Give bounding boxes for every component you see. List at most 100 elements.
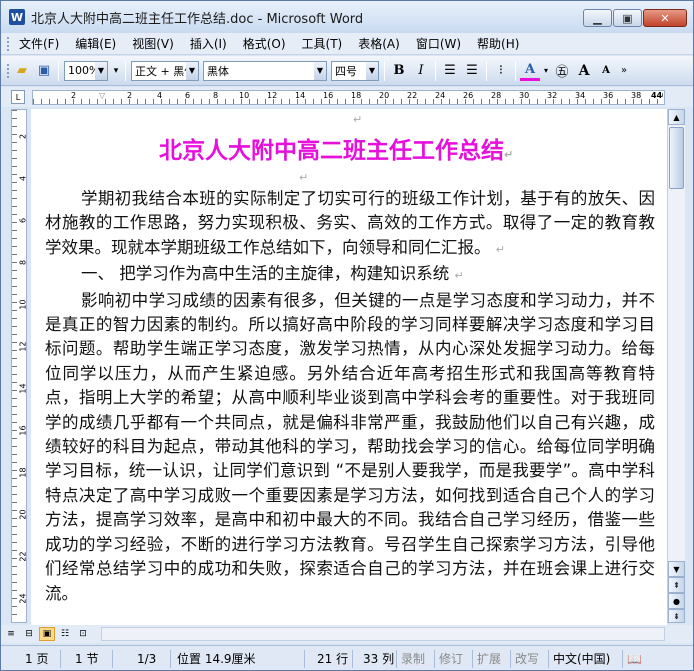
word-app-icon[interactable]: W	[9, 9, 25, 25]
menu-insert[interactable]: 插入(I)	[182, 34, 235, 54]
tab-selector-button[interactable]: L	[11, 90, 25, 104]
zoom-select[interactable]: 100% ▼	[64, 60, 108, 81]
paragraph: 学期初我结合本班的实际制定了切实可行的班级工作计划，基于有的放矢、因材施教的工作…	[45, 187, 655, 262]
status-track-changes[interactable]: 修订	[435, 649, 473, 668]
tab-stop-icon: L	[15, 92, 21, 102]
style-value: 正文 + 黑体	[135, 64, 189, 78]
font-color-dropdown[interactable]: ▾	[542, 61, 550, 81]
paragraph: 影响初中学习成绩的因素有很多，但关键的一点是学习态度和学习动力，并不是真正的智力…	[45, 289, 655, 606]
paragraph-text: 一、 把学习作为高中生活的主旋律，构建知识系统	[81, 264, 450, 284]
vertical-ruler[interactable]: 2 4 6 8 10 12 14 16 18 20 22 24	[11, 109, 27, 623]
font-select[interactable]: 黑体 ▼	[203, 60, 327, 81]
save-button[interactable]: ▣	[34, 61, 54, 81]
style-select[interactable]: 正文 + 黑体▼	[131, 60, 199, 81]
vruler-number: 22	[18, 551, 27, 562]
status-overtype[interactable]: 改写	[511, 649, 549, 668]
toolbar-grip[interactable]	[7, 63, 11, 78]
scroll-thumb[interactable]	[669, 127, 684, 189]
vruler-number: 20	[18, 509, 27, 520]
vertical-scrollbar[interactable]: ▲ ▼ ⇞ ● ⇟	[667, 109, 685, 623]
vruler-number: 8	[18, 259, 27, 266]
shrink-font-button[interactable]: A	[596, 61, 616, 81]
double-up-arrow-icon: ⇞	[673, 580, 680, 590]
toolbar: ▰ ▣ 100%▼ ▾ 正文 + 黑体▼ 黑体▼ 四号▼ B I ☰ ☰ ⁝ A…	[1, 56, 693, 86]
align-right-button[interactable]: ☰	[462, 61, 482, 81]
outline-view-button[interactable]: ☷	[57, 627, 73, 641]
italic-button[interactable]: I	[411, 61, 431, 81]
vruler-number: 18	[18, 467, 27, 478]
menu-edit[interactable]: 编辑(E)	[67, 34, 124, 54]
menu-help[interactable]: 帮助(H)	[469, 34, 527, 54]
phonetic-guide-button[interactable]: ㊄	[552, 61, 572, 81]
menu-table[interactable]: 表格(A)	[350, 34, 408, 54]
vruler-number: 14	[18, 383, 27, 394]
paragraph-mark-icon: ↵	[504, 148, 514, 161]
document-body[interactable]: 学期初我结合本班的实际制定了切实可行的班级工作计划，基于有的放矢、因材施教的工作…	[45, 187, 655, 606]
toolbar-separator	[435, 60, 436, 81]
title-bar[interactable]: W 北京人大附中高二班主任工作总结.doc - Microsoft Word ▁…	[1, 1, 693, 33]
menu-file[interactable]: 文件(F)	[11, 34, 67, 54]
vruler-number: 24	[18, 593, 27, 604]
next-page-button[interactable]: ⇟	[668, 609, 685, 623]
folder-icon: ▰	[17, 63, 27, 78]
minimize-button[interactable]: ▁	[583, 9, 612, 27]
paragraph-mark-icon: ↵	[353, 113, 363, 126]
select-browse-object-button[interactable]: ●	[668, 593, 685, 609]
grow-font-button[interactable]: A	[574, 61, 594, 81]
view-bar: ≡ ⊟ ▣ ☷ ⊡	[1, 625, 693, 643]
bullets-button[interactable]: ⁝	[491, 61, 511, 81]
paragraph-mark-icon: ↵	[454, 269, 464, 283]
chevron-down-icon: ▼	[314, 61, 326, 80]
ruler-ticks	[33, 99, 664, 104]
menu-window[interactable]: 窗口(W)	[408, 34, 469, 54]
bold-button[interactable]: B	[389, 61, 409, 81]
web-view-button[interactable]: ⊟	[21, 627, 37, 641]
phonetic-guide-icon: ㊄	[555, 65, 569, 80]
status-line: 21 行	[305, 649, 353, 668]
status-language[interactable]: 中文(中国)	[549, 649, 623, 668]
toolbar-separator	[515, 60, 516, 81]
menu-format[interactable]: 格式(O)	[235, 34, 294, 54]
scroll-down-button[interactable]: ▼	[668, 561, 685, 577]
web-view-icon: ⊟	[25, 629, 33, 639]
status-pages: 1/3	[113, 649, 171, 668]
menu-tools[interactable]: 工具(T)	[294, 34, 351, 54]
font-size-select[interactable]: 四号 ▼	[331, 60, 379, 81]
arrow-up-icon: ▲	[673, 112, 680, 122]
browse-object-icon: ●	[673, 596, 680, 606]
horizontal-ruler[interactable]: 2 ▽ 2 4 6 8 10 12 14 16 18 20 22 24 26 2…	[32, 90, 665, 105]
status-record[interactable]: 录制	[397, 649, 435, 668]
reading-view-button[interactable]: ⊡	[75, 627, 91, 641]
status-section: 1 节	[61, 649, 113, 668]
status-extend[interactable]: 扩展	[473, 649, 511, 668]
document-title: 北京人大附中高二班主任工作总结↵	[159, 131, 513, 165]
maximize-button[interactable]: ▣	[613, 9, 642, 27]
paragraph-text: 学期初我结合本班的实际制定了切实可行的班级工作计划，基于有的放矢、因材施教的工作…	[45, 189, 655, 257]
normal-view-button[interactable]: ≡	[3, 627, 19, 641]
toolbar-separator	[384, 60, 385, 81]
heading-paragraph: 一、 把学习作为高中生活的主旋律，构建知识系统 ↵	[45, 262, 655, 288]
vertical-ruler-ticks	[12, 110, 17, 622]
toolbar-overflow-button[interactable]: »	[618, 61, 630, 81]
status-column: 33 列	[353, 649, 397, 668]
vruler-number: 10	[18, 299, 27, 310]
toolbar-options-button[interactable]: ▾	[111, 61, 121, 81]
horizontal-scrollbar[interactable]	[101, 627, 665, 641]
print-layout-button[interactable]: ▣	[39, 627, 55, 641]
document-page[interactable]: ↵ 北京人大附中高二班主任工作总结↵ ↵ 学期初我结合本班的实际制定了切实可行的…	[31, 109, 667, 625]
normal-view-icon: ≡	[7, 629, 15, 639]
align-center-button[interactable]: ☰	[440, 61, 460, 81]
font-color-button[interactable]: A	[520, 61, 540, 81]
paragraph-mark-icon: ↵	[299, 171, 309, 184]
floppy-icon: ▣	[37, 63, 51, 78]
status-bar: 1 页 1 节 1/3 位置 14.9厘米 21 行 33 列 录制 修订 扩展…	[1, 645, 693, 670]
menu-view[interactable]: 视图(V)	[124, 34, 182, 54]
paragraph-mark-icon: ↵	[495, 242, 505, 256]
scroll-up-button[interactable]: ▲	[668, 109, 685, 125]
chevron-down-icon: ▼	[186, 61, 198, 80]
paragraph-text: 影响初中学习成绩的因素有很多，但关键的一点是学习态度和学习动力，并不是真正的智力…	[45, 290, 655, 603]
close-button[interactable]: ✕	[643, 9, 687, 27]
previous-page-button[interactable]: ⇞	[668, 577, 685, 593]
open-button[interactable]: ▰	[12, 61, 32, 81]
spelling-status-button[interactable]: 📖	[623, 650, 649, 668]
